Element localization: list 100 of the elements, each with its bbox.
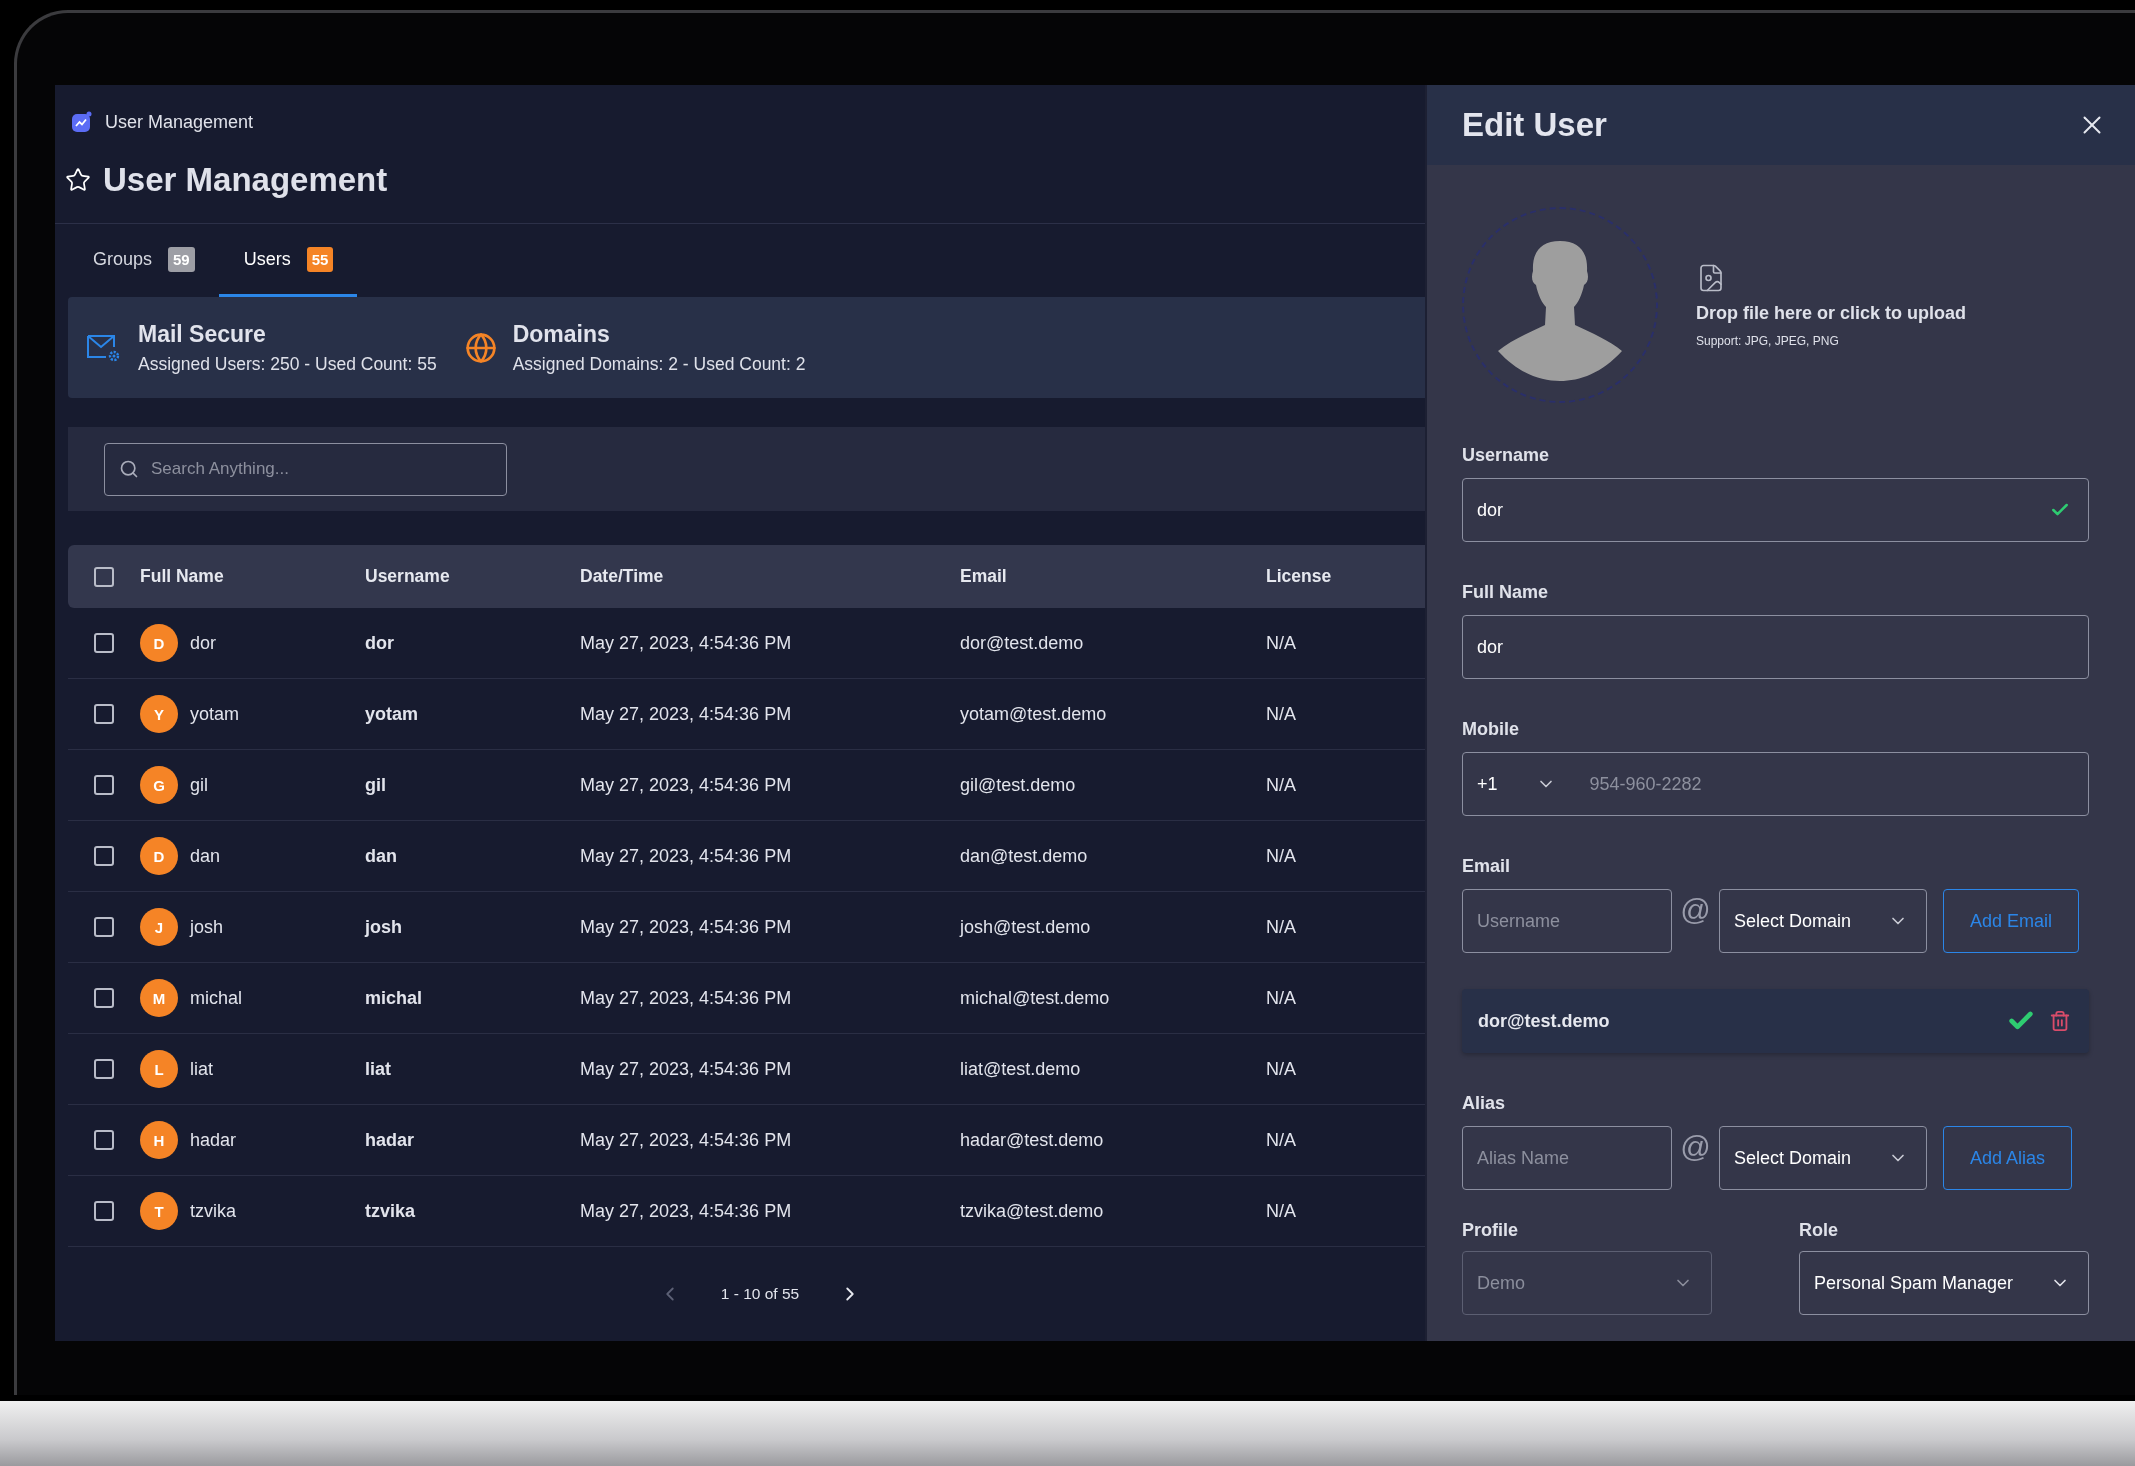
table-cell-text: May 27, 2023, 4:54:36 PM [580,632,793,654]
table-cell-text: liat@test.demo [960,1058,1082,1080]
table-cell-text: gil [365,774,387,796]
info-title: Domains [512,320,611,348]
initial-avatar: L [140,1050,178,1088]
table-cell-text: May 27, 2023, 4:54:36 PM [580,845,793,867]
table-cell-text: yotam [365,703,419,725]
initial-avatar: G [140,766,178,804]
phone-field[interactable]: +1 954-960-2282 [1462,752,2089,816]
domain-select[interactable]: Select Domain [1719,1126,1927,1190]
field-label: Profile [1462,1220,1519,1241]
panel-title: Edit User [1462,106,1607,144]
table-cell-text: May 27, 2023, 4:54:36 PM [580,987,793,1009]
row-checkbox[interactable] [94,704,114,724]
row-checkbox[interactable] [94,775,114,795]
info-subtitle: Assigned Domains: 2 - Used Count: 2 [512,353,806,375]
table-cell-text: tzvika@test.demo [960,1200,1105,1222]
row-checkbox[interactable] [94,988,114,1008]
table-cell-text: N/A [1266,916,1297,938]
placeholder-text: Search Anything... [151,459,290,479]
country-code-select[interactable]: +1 [1463,773,1570,795]
row-checkbox[interactable] [94,917,114,937]
initial-avatar: H [140,1121,178,1159]
table-cell: gil [190,774,208,796]
info-title: Mail Secure [138,320,267,348]
table-cell-text: May 27, 2023, 4:54:36 PM [580,1058,793,1080]
input-field[interactable]: dor [1462,615,2089,679]
field-label: Full Name [1462,582,1550,603]
row-checkbox[interactable] [94,633,114,653]
table-cell: tzvika [190,1200,236,1222]
count-badge: 55 [306,246,334,272]
email-address-text: dor@test.demo [1478,1010,1611,1032]
table-cell-text: N/A [1266,632,1297,654]
select-all-checkbox[interactable] [94,566,114,587]
table-cell-text: hadar [365,1129,416,1151]
initial-avatar: J [140,908,178,946]
column-header: Username [365,566,451,587]
upload-prompt[interactable]: Drop file here or click to upload [1696,302,1967,324]
table-cell-text: May 27, 2023, 4:54:36 PM [580,1200,793,1222]
table-cell: yotam [190,703,240,725]
table-cell-text: yotam@test.demo [960,703,1108,725]
page-title: User Management [103,161,388,199]
table-cell: dor [190,632,216,654]
column-header: License [1266,566,1333,587]
table-cell-text: michal [365,987,424,1009]
globe-icon [464,331,497,364]
field-value: dor [1477,499,1504,521]
table-cell-text: josh [365,916,403,938]
table-cell-text: dor [365,632,395,654]
table-cell-text: josh@test.demo [960,916,1092,938]
table-cell-text: gil@test.demo [960,774,1077,796]
input-field[interactable]: Username [1462,889,1672,953]
table-cell: michal [190,987,242,1009]
delete-button[interactable] [2049,1010,2071,1032]
tab[interactable]: Groups 59 [68,224,219,297]
select-field[interactable]: Personal Spam Manager [1799,1251,2089,1315]
table-cell-text: May 27, 2023, 4:54:36 PM [580,1129,793,1151]
placeholder-text: Alias Name [1477,1147,1571,1169]
field-value: dor [1477,636,1504,658]
table-cell-text: hadar@test.demo [960,1129,1105,1151]
info-subtitle: Assigned Users: 250 - Used Count: 55 [138,353,437,375]
star-icon[interactable] [65,167,91,193]
table-cell-text: N/A [1266,774,1297,796]
column-header: Email [960,566,1008,587]
table-cell-text: dan@test.demo [960,845,1089,867]
table-cell: liat [190,1058,213,1080]
select-value: Personal Spam Manager [1814,1272,2015,1294]
select-value: Demo [1477,1272,1526,1294]
table-cell-text: N/A [1266,987,1297,1009]
field-label: Mobile [1462,719,1520,740]
row-checkbox[interactable] [94,846,114,866]
table-cell-text: N/A [1266,1200,1297,1222]
field-label: Email [1462,856,1512,877]
table-cell-text: michal@test.demo [960,987,1111,1009]
at-sign-text: @ [1679,893,1712,927]
domain-select[interactable]: Select Domain [1719,889,1927,953]
search-field[interactable]: Search Anything... [104,442,507,496]
app-logo-icon [71,111,93,133]
initial-avatar: T [140,1192,178,1230]
initial-avatar: D [140,624,178,662]
input-field[interactable]: dor [1462,478,2089,542]
select-value: Select Domain [1734,1147,1853,1169]
search-icon [119,459,139,479]
table-cell: josh [190,916,224,938]
table-cell-text: N/A [1266,1129,1297,1151]
table-cell-text: N/A [1266,703,1297,725]
table-cell-text: N/A [1266,1058,1297,1080]
upload-support-text: Support: JPG, JPEG, PNG [1696,333,1840,348]
table-cell-text: tzvika [365,1200,417,1222]
column-header: Full Name [140,566,225,587]
select-value: Select Domain [1734,910,1853,932]
input-field[interactable]: Alias Name [1462,1126,1672,1190]
initial-avatar: M [140,979,178,1017]
table-cell-text: May 27, 2023, 4:54:36 PM [580,774,793,796]
table-cell-text: dor@test.demo [960,632,1085,654]
avatar-dropzone[interactable] [1462,207,1658,403]
row-checkbox[interactable] [94,1059,114,1079]
table-cell-text: dan [365,845,398,867]
row-checkbox[interactable] [94,1201,114,1221]
row-checkbox[interactable] [94,1130,114,1150]
